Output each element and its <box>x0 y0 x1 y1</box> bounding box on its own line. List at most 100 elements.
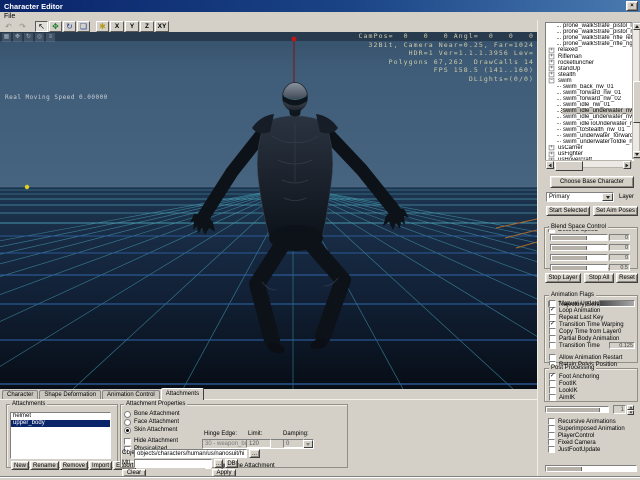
fixed-camera-checkbox[interactable]: Fixed Camera <box>548 439 640 446</box>
tree-hscrollbar[interactable] <box>545 160 632 168</box>
start-selected-button[interactable]: Start Selected <box>546 206 590 216</box>
object-field[interactable]: objects/characters/human/us/nanosuit/hi <box>134 449 247 458</box>
vscroll-thumb[interactable] <box>633 81 640 123</box>
axis-xy-button[interactable]: XY <box>155 21 169 32</box>
checkbox-icon[interactable] <box>548 425 555 432</box>
mtl-db-button[interactable]: DB <box>225 459 238 468</box>
expand-icon[interactable]: + <box>549 66 555 72</box>
blend-slider[interactable] <box>550 234 608 241</box>
transition-time-checkbox[interactable]: Transition Time0.125 <box>549 342 637 349</box>
playercontrol-checkbox[interactable]: PlayerControl <box>548 432 640 439</box>
stop-all-button[interactable]: Stop All <box>584 273 614 283</box>
monitor-icon[interactable]: ▦ <box>2 33 11 42</box>
expand-icon[interactable]: + <box>549 60 555 66</box>
checkbox-icon[interactable] <box>549 335 556 342</box>
checkbox-icon[interactable] <box>549 387 556 394</box>
select-tool-icon[interactable]: ↖ <box>35 21 48 32</box>
blend-value-field[interactable]: 0 <box>609 254 630 261</box>
blend-slider[interactable] <box>550 244 608 251</box>
checkbox-icon[interactable] <box>548 446 555 453</box>
checkbox-icon[interactable] <box>549 394 556 401</box>
axis-y-button[interactable]: Y <box>125 21 139 32</box>
scroll-down-icon[interactable] <box>633 151 640 158</box>
expand-icon[interactable]: + <box>549 145 555 151</box>
spin-down-icon[interactable] <box>627 410 634 415</box>
radio-icon[interactable] <box>124 419 131 426</box>
stop-layer-button[interactable]: Stop Layer <box>545 273 581 283</box>
scroll-left-icon[interactable] <box>546 161 554 169</box>
expand-icon[interactable]: + <box>549 151 555 157</box>
rename-button[interactable]: Rename <box>30 461 59 470</box>
checkbox-icon[interactable] <box>549 300 556 307</box>
menu-file[interactable]: File <box>0 13 19 20</box>
checkbox-icon[interactable]: ✓ <box>549 321 556 328</box>
align-bone-checkbox[interactable]: Align Bone Attachment <box>204 462 640 469</box>
copy-time-from-layer0-checkbox[interactable]: Copy Time from Layer0 <box>549 328 637 335</box>
layer-select[interactable]: Primary <box>546 192 614 202</box>
skin-attachment-radio[interactable]: Skin Attachment <box>124 426 180 434</box>
foot-anchoring-checkbox[interactable]: ✓Foot Anchoring <box>549 373 637 380</box>
checkbox-icon[interactable] <box>548 432 555 439</box>
radio-icon[interactable] <box>124 427 131 434</box>
partial-body-animation-checkbox[interactable]: Partial Body Animation <box>549 335 637 342</box>
blend-value-field[interactable]: 0.5 <box>609 264 630 271</box>
import-button[interactable]: Import <box>89 461 112 470</box>
scroll-right-icon[interactable] <box>623 161 631 169</box>
animation-tree[interactable]: prone_walkStrafe_pistol_left_slow_0prone… <box>545 22 634 161</box>
checkbox-icon[interactable] <box>549 354 556 361</box>
blend-slider[interactable] <box>550 264 608 271</box>
face-attachment-radio[interactable]: Face Attachment <box>124 418 180 426</box>
grid-icon[interactable]: ≡ <box>46 33 55 42</box>
manual-update-checkbox[interactable]: Manual Update <box>549 300 637 307</box>
slider-thumb[interactable] <box>552 256 587 260</box>
new-button[interactable]: New <box>11 461 29 470</box>
object-browse-button[interactable]: ... <box>249 449 260 458</box>
loop-animation-checkbox[interactable]: ✓Loop Animation <box>549 307 637 314</box>
checkbox-icon[interactable]: ✓ <box>549 373 556 380</box>
recursive-animations-checkbox[interactable]: Recursive Animations <box>548 418 640 425</box>
mtl-field[interactable] <box>134 459 212 468</box>
attachments-list[interactable]: helmetupper_body <box>10 412 111 459</box>
set-aim-poses-button[interactable]: Set Aim Poses <box>593 206 638 216</box>
footik-checkbox[interactable]: FootIK <box>549 380 637 387</box>
slider-thumb[interactable] <box>552 266 587 270</box>
radio-icon[interactable] <box>124 411 131 418</box>
transition-time-field[interactable]: 0.125 <box>609 342 635 349</box>
checkbox-icon[interactable] <box>124 438 131 445</box>
choose-base-character-button[interactable]: Choose Base Character <box>550 176 634 188</box>
blend-slider[interactable] <box>550 254 608 261</box>
slider-thumb[interactable] <box>552 246 587 250</box>
justfootupdate-checkbox[interactable]: JustFootUpdate <box>548 446 640 453</box>
scale-tool-icon[interactable]: ❏ <box>77 21 90 32</box>
axis-z-button[interactable]: Z <box>140 21 154 32</box>
expand-icon[interactable]: + <box>549 54 555 60</box>
collapse-icon[interactable]: − <box>549 78 555 84</box>
reset-button[interactable]: Reset <box>616 273 638 283</box>
mtl-browse-button[interactable]: ... <box>214 459 223 468</box>
attachment-item[interactable]: upper_body <box>11 420 110 427</box>
axis-x-button[interactable]: X <box>110 21 124 32</box>
tab-attachments[interactable]: Attachments <box>161 388 204 400</box>
weight-spin-value[interactable]: 1 <box>613 405 626 414</box>
character-viewport[interactable]: ▦✥↻◎≡ CamPos= 0 0 0 Angl= 0 0 032Bit, Ca… <box>0 32 537 389</box>
superimposed-animation-checkbox[interactable]: Superimposed Animation <box>548 425 640 432</box>
blend-value-field[interactable]: 0 <box>609 244 630 251</box>
blend-value-field[interactable]: 0 <box>609 234 630 241</box>
lookik-checkbox[interactable]: LookIK <box>549 387 637 394</box>
scroll-up-icon[interactable] <box>633 23 640 30</box>
weight-slider[interactable] <box>545 406 609 413</box>
orbit-icon[interactable]: ↻ <box>24 33 33 42</box>
tree-vscrollbar[interactable] <box>632 22 640 159</box>
checkbox-icon[interactable] <box>549 342 556 349</box>
hscroll-thumb[interactable] <box>555 161 583 171</box>
checkbox-icon[interactable] <box>549 314 556 321</box>
transition-time-warping-checkbox[interactable]: ✓Transition Time Warping <box>549 321 637 328</box>
zoom-icon[interactable]: ◎ <box>35 33 44 42</box>
close-button[interactable]: × <box>626 1 638 11</box>
hide-attachment-checkbox[interactable]: Hide Attachment <box>124 437 178 445</box>
move-tool-icon[interactable]: ✥ <box>49 21 62 32</box>
allow-animation-restart-checkbox[interactable]: Allow Animation Restart <box>549 354 637 361</box>
checkbox-icon[interactable] <box>548 418 555 425</box>
chevron-down-icon[interactable] <box>602 193 613 201</box>
expand-icon[interactable]: + <box>549 72 555 78</box>
